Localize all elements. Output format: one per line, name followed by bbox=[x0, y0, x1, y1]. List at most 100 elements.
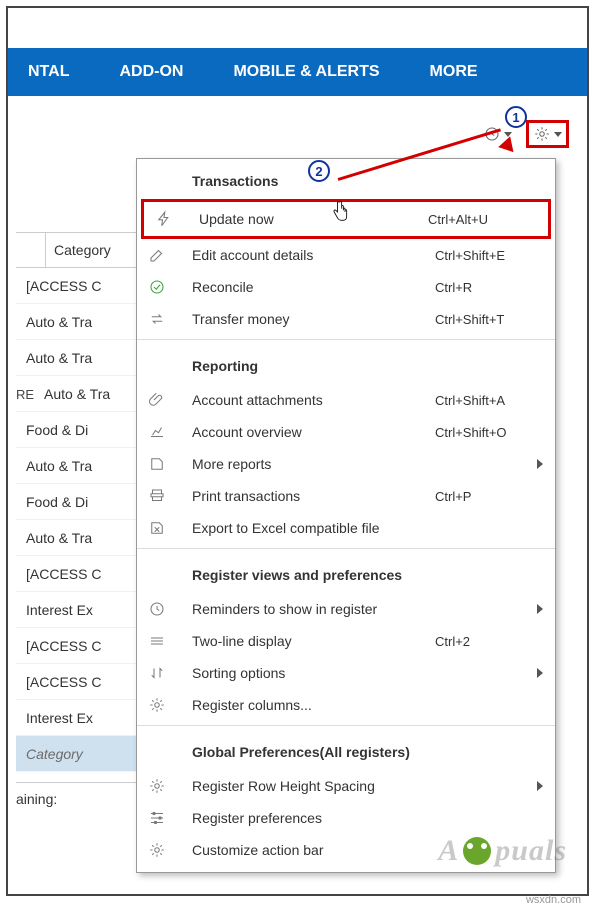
menu-item-shortcut: Ctrl+2 bbox=[435, 634, 555, 649]
table-row[interactable]: Auto & Tra bbox=[16, 448, 146, 484]
register-toolbar bbox=[482, 120, 569, 148]
table-row[interactable]: Interest Ex bbox=[16, 592, 146, 628]
watermark-puals: puals bbox=[495, 834, 567, 868]
menu-item-edit-account[interactable]: Edit account details Ctrl+Shift+E bbox=[137, 239, 555, 271]
menu-item-label: Export to Excel compatible file bbox=[177, 520, 435, 536]
transfer-icon bbox=[137, 310, 177, 328]
check-circle-icon bbox=[137, 278, 177, 296]
table-row[interactable]: Auto & Tra bbox=[16, 520, 146, 556]
menu-item-label: Reminders to show in register bbox=[177, 601, 435, 617]
watermark-a: A bbox=[438, 834, 459, 868]
source-site-label: wsxdn.com bbox=[526, 894, 581, 906]
settings-dropdown-button[interactable] bbox=[526, 120, 569, 148]
table-row[interactable]: [ACCESS C bbox=[16, 268, 146, 304]
menu-item-register-prefs[interactable]: Register preferences bbox=[137, 802, 555, 834]
menu-separator bbox=[137, 339, 555, 340]
menu-item-overview[interactable]: Account overview Ctrl+Shift+O bbox=[137, 416, 555, 448]
table-row[interactable]: Food & Di bbox=[16, 412, 146, 448]
menu-item-attachments[interactable]: Account attachments Ctrl+Shift+A bbox=[137, 384, 555, 416]
menu-item-shortcut: Ctrl+Shift+T bbox=[435, 312, 555, 327]
table-row[interactable]: Auto & Tra bbox=[16, 376, 146, 412]
menu-item-label: More reports bbox=[177, 456, 435, 472]
menu-item-shortcut: Ctrl+Shift+O bbox=[435, 425, 555, 440]
nav-item-mobile-alerts[interactable]: MOBILE & ALERTS bbox=[213, 63, 409, 81]
menu-item-shortcut: Ctrl+Alt+U bbox=[428, 212, 548, 227]
nav-item-rental[interactable]: NTAL bbox=[8, 63, 99, 81]
lightning-icon bbox=[144, 210, 184, 228]
prefs-icon bbox=[137, 809, 177, 827]
grid-footer-remaining: aining: bbox=[16, 782, 146, 807]
menu-section-global-prefs: Global Preferences(All registers) bbox=[137, 730, 555, 770]
two-line-icon bbox=[137, 632, 177, 650]
table-row[interactable]: Interest Ex bbox=[16, 700, 146, 736]
mascot-icon bbox=[463, 837, 491, 865]
menu-item-label: Account attachments bbox=[177, 392, 435, 408]
paperclip-icon bbox=[137, 391, 177, 409]
menu-separator bbox=[137, 725, 555, 726]
menu-item-sorting[interactable]: Sorting options bbox=[137, 657, 555, 689]
menu-item-label: Sorting options bbox=[177, 665, 435, 681]
submenu-arrow-icon bbox=[537, 781, 543, 791]
clock-icon bbox=[137, 600, 177, 618]
menu-section-register-views: Register views and preferences bbox=[137, 553, 555, 593]
menu-item-label: Customize action bar bbox=[177, 842, 435, 858]
edit-icon bbox=[137, 246, 177, 264]
menu-item-two-line[interactable]: Two-line display Ctrl+2 bbox=[137, 625, 555, 657]
nav-item-more[interactable]: MORE bbox=[410, 63, 508, 81]
table-row[interactable]: [ACCESS C bbox=[16, 664, 146, 700]
menu-item-export-excel[interactable]: Export to Excel compatible file bbox=[137, 512, 555, 544]
sort-icon bbox=[137, 664, 177, 682]
menu-item-label: Transfer money bbox=[177, 311, 435, 327]
menu-item-shortcut: Ctrl+Shift+A bbox=[435, 393, 555, 408]
reports-icon bbox=[137, 455, 177, 473]
menu-item-label: Print transactions bbox=[177, 488, 435, 504]
table-row[interactable]: Auto & Tra bbox=[16, 304, 146, 340]
menu-item-reminders[interactable]: Reminders to show in register bbox=[137, 593, 555, 625]
gear-icon bbox=[137, 696, 177, 714]
menu-separator bbox=[137, 548, 555, 549]
menu-item-shortcut: Ctrl+R bbox=[435, 280, 555, 295]
app-frame: NTAL ADD-ON MOBILE & ALERTS MORE 1 2 Cat… bbox=[6, 6, 589, 896]
grid-header-row: Category bbox=[16, 232, 146, 268]
submenu-arrow-icon bbox=[537, 459, 543, 469]
top-nav: NTAL ADD-ON MOBILE & ALERTS MORE bbox=[8, 48, 587, 96]
submenu-arrow-icon bbox=[537, 604, 543, 614]
menu-section-transactions: Transactions bbox=[137, 159, 555, 199]
menu-item-label: Edit account details bbox=[177, 247, 435, 263]
menu-item-transfer[interactable]: Transfer money Ctrl+Shift+T bbox=[137, 303, 555, 335]
menu-item-more-reports[interactable]: More reports bbox=[137, 448, 555, 480]
menu-item-label: Register preferences bbox=[177, 810, 435, 826]
menu-item-label: Reconcile bbox=[177, 279, 435, 295]
table-row[interactable]: Auto & Tra bbox=[16, 340, 146, 376]
menu-item-reconcile[interactable]: Reconcile Ctrl+R bbox=[137, 271, 555, 303]
menu-item-label: Register columns... bbox=[177, 697, 435, 713]
nav-item-addon[interactable]: ADD-ON bbox=[99, 63, 213, 81]
menu-item-row-height[interactable]: Register Row Height Spacing bbox=[137, 770, 555, 802]
menu-item-label: Two-line display bbox=[177, 633, 435, 649]
watermark-logo: A puals bbox=[438, 834, 567, 868]
menu-item-shortcut: Ctrl+P bbox=[435, 489, 555, 504]
category-editor-cell[interactable]: Category bbox=[16, 736, 146, 772]
gear-icon bbox=[137, 777, 177, 795]
submenu-arrow-icon bbox=[537, 668, 543, 678]
chevron-down-icon bbox=[554, 132, 562, 137]
export-icon bbox=[137, 519, 177, 537]
menu-section-reporting: Reporting bbox=[137, 344, 555, 384]
callout-badge-1: 1 bbox=[505, 106, 527, 128]
transaction-grid: Category [ACCESS C Auto & Tra Auto & Tra… bbox=[16, 232, 146, 807]
menu-item-shortcut: Ctrl+Shift+E bbox=[435, 248, 555, 263]
chart-icon bbox=[137, 423, 177, 441]
table-row[interactable]: [ACCESS C bbox=[16, 628, 146, 664]
menu-item-print[interactable]: Print transactions Ctrl+P bbox=[137, 480, 555, 512]
table-row[interactable]: Food & Di bbox=[16, 484, 146, 520]
table-row[interactable]: [ACCESS C bbox=[16, 556, 146, 592]
grid-header-spacer bbox=[16, 233, 46, 267]
settings-menu: Transactions Update now Ctrl+Alt+U Edit … bbox=[136, 158, 556, 873]
pointer-cursor-icon bbox=[330, 200, 350, 229]
callout-badge-2: 2 bbox=[308, 160, 330, 182]
gear-icon bbox=[137, 841, 177, 859]
column-header-category[interactable]: Category bbox=[46, 233, 146, 267]
menu-item-columns[interactable]: Register columns... bbox=[137, 689, 555, 721]
gear-icon bbox=[533, 125, 551, 143]
menu-item-label: Update now bbox=[184, 211, 428, 227]
